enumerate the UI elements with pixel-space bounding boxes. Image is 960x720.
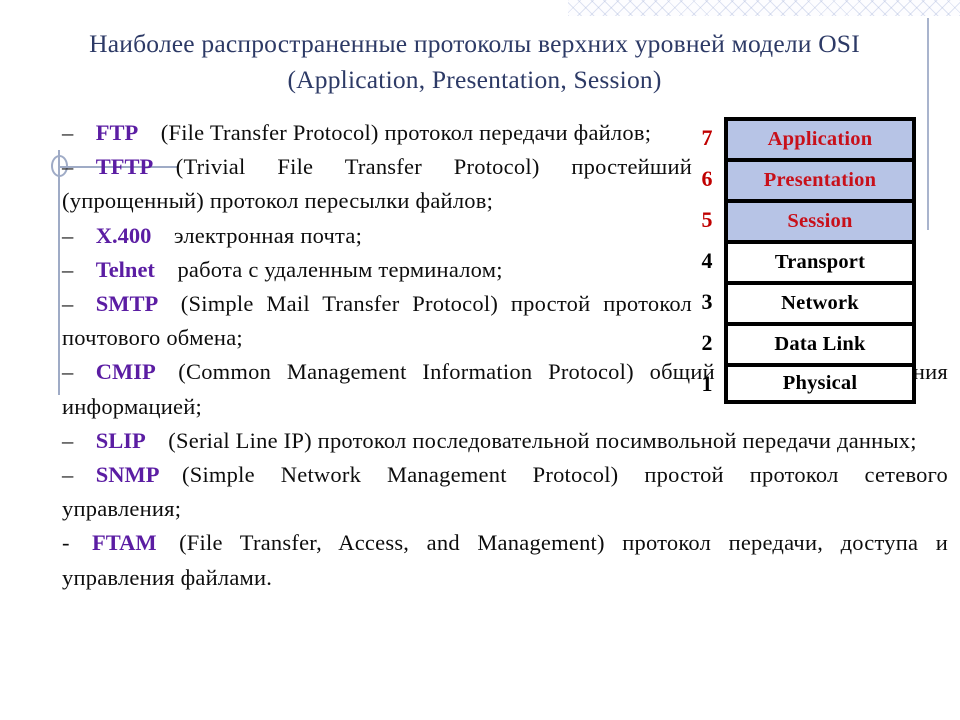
protocol-item-description: (File Transfer, Access, and Management) … xyxy=(62,530,948,590)
osi-layer-number: 6 xyxy=(701,165,713,191)
slide-title: Наиболее распространенные протоколы верх… xyxy=(22,26,927,98)
decorative-vertical-rule xyxy=(58,166,60,395)
protocol-item-description: работа с удаленным терминалом; xyxy=(177,256,503,282)
protocol-item-name: X.400 xyxy=(95,222,152,248)
protocol-item-name: FTP xyxy=(95,120,139,145)
osi-layer-row: 5 Session xyxy=(690,199,916,240)
osi-layer-number: 3 xyxy=(701,288,713,314)
protocol-item-name: CMIP xyxy=(95,359,156,385)
protocol-item: – SLIP (Serial Line IP) протокол последо… xyxy=(62,424,948,458)
osi-layer-name: Application xyxy=(724,117,916,158)
osi-layer-name: Physical xyxy=(724,363,916,404)
protocol-item-name: SNMP xyxy=(95,462,160,488)
osi-layer-name: Data Link xyxy=(724,322,916,363)
protocol-item-dash: - xyxy=(62,530,70,556)
protocol-item-description: (Serial Line IP) протокол последовательн… xyxy=(168,427,917,453)
protocol-item: – TFTP (Trivial File Transfer Protocol) … xyxy=(62,150,692,218)
protocol-item: - FTAM (File Transfer, Access, and Manag… xyxy=(62,526,948,594)
protocol-item-name: Telnet xyxy=(95,256,155,282)
osi-layer-name: Session xyxy=(724,199,916,240)
osi-layer-row: 4 Transport xyxy=(690,240,916,281)
protocol-item: – FTP (File Transfer Protocol) протокол … xyxy=(62,116,692,150)
protocol-item-description: (File Transfer Protocol) протокол переда… xyxy=(160,120,652,145)
osi-layer-number: 1 xyxy=(701,370,713,396)
osi-layer-row: 6 Presentation xyxy=(690,158,916,199)
osi-layer-name: Transport xyxy=(724,240,916,281)
osi-layer-number: 7 xyxy=(701,124,713,150)
protocol-item-dash: – xyxy=(62,427,74,453)
protocol-item: – SMTP (Simple Mail Transfer Protocol) п… xyxy=(62,287,692,355)
protocol-item-description: (Simple Network Management Protocol) про… xyxy=(62,462,948,522)
osi-model-stack: 7 Application 6 Presentation 5 Session 4 Transp… xyxy=(690,117,916,404)
slide-title-line-1: Наиболее распространенные протоколы верх… xyxy=(89,29,860,58)
osi-layer-row: 2 Data Link xyxy=(690,322,916,363)
protocol-item-dash: – xyxy=(62,291,74,317)
protocol-item-name: FTAM xyxy=(92,530,157,556)
protocol-item-dash: – xyxy=(62,120,74,145)
protocol-item: – SNMP (Simple Network Management Protoc… xyxy=(62,458,948,526)
protocol-item: – Telnet работа с удаленным терминалом; xyxy=(62,253,692,287)
slide-title-line-2: (Application, Presentation, Session) xyxy=(287,65,662,94)
protocol-item-name: SMTP xyxy=(95,291,159,317)
osi-layer-row: 7 Application xyxy=(690,117,916,158)
osi-layer-number: 4 xyxy=(701,247,713,273)
protocol-item-dash: – xyxy=(62,256,74,282)
osi-layer-name: Network xyxy=(724,281,916,322)
osi-layer-name: Presentation xyxy=(724,158,916,199)
osi-layer-number: 2 xyxy=(701,329,713,355)
protocol-item-dash: – xyxy=(62,359,74,385)
osi-layer-row: 3 Network xyxy=(690,281,916,322)
protocol-item: – X.400 электронная почта; xyxy=(62,219,692,253)
protocol-item-dash: – xyxy=(62,154,74,180)
protocol-item-description: (Trivial File Transfer Protocol) простей… xyxy=(62,154,692,214)
protocol-item-dash: – xyxy=(62,222,74,248)
osi-layer-row: 1 Physical xyxy=(690,363,916,404)
lattice-pattern-band xyxy=(568,0,960,16)
protocol-item-name: SLIP xyxy=(95,427,146,453)
protocol-item-dash: – xyxy=(62,462,74,488)
protocol-item-description: электронная почта; xyxy=(173,222,363,248)
protocol-item-name: TFTP xyxy=(95,154,154,180)
osi-layer-number: 5 xyxy=(701,206,713,232)
